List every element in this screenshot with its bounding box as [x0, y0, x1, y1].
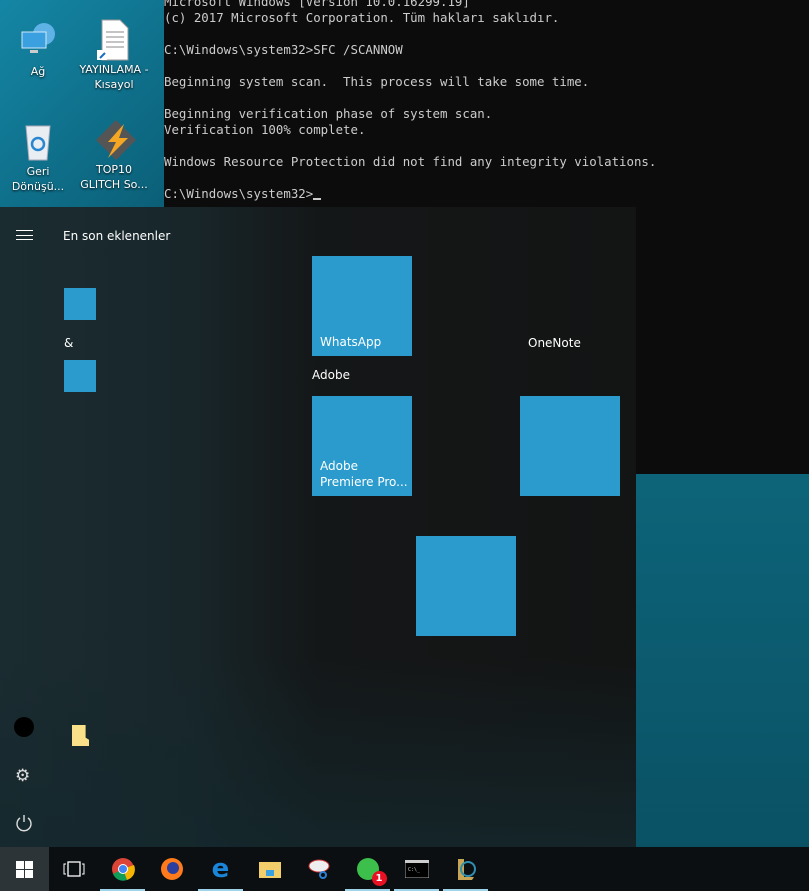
task-view-button[interactable] — [49, 847, 98, 891]
start-menu: En son eklenenler & WhatsApp OneNote Ado… — [0, 207, 636, 847]
network-icon — [18, 20, 58, 60]
tile-group-adobe[interactable]: Adobe — [312, 368, 350, 382]
taskbar-command-prompt[interactable]: C:\_ — [392, 847, 441, 891]
app-list-icon[interactable] — [64, 360, 96, 392]
tile-blank[interactable] — [520, 396, 620, 496]
console-line: Windows Resource Protection did not find… — [164, 154, 657, 169]
recently-added-header: En son eklenenler — [63, 229, 171, 243]
tile-label: WhatsApp — [320, 335, 382, 349]
windows-logo-icon — [16, 860, 33, 878]
hamburger-menu-button[interactable] — [16, 230, 33, 240]
desktop-icon-network[interactable]: Ağ — [0, 20, 76, 79]
start-button[interactable] — [0, 847, 49, 891]
recent-app-icon[interactable] — [64, 288, 96, 320]
chrome-icon — [111, 858, 135, 881]
console-line: Beginning verification phase of system s… — [164, 106, 493, 121]
icon-label: TOP10 GLITCH So... — [80, 163, 148, 191]
desktop-icon-recycle-bin[interactable]: Geri Dönüşü... — [0, 120, 76, 194]
document-shortcut-icon — [94, 18, 134, 61]
recycle-bin-icon — [18, 120, 58, 161]
console-line: Beginning system scan. This process will… — [164, 74, 590, 89]
tile-whatsapp[interactable]: WhatsApp — [312, 256, 412, 356]
console-line: C:\Windows\system32>SFC /SCANNOW — [164, 42, 403, 57]
text-cursor — [313, 198, 322, 200]
winamp-icon — [94, 118, 136, 160]
taskbar-edge[interactable]: e — [196, 847, 245, 891]
taskbar-firefox[interactable] — [147, 847, 196, 891]
console-line: Microsoft Windows [Version 10.0.16299.19… — [164, 0, 470, 9]
settings-gear-icon[interactable]: ⚙ — [15, 766, 30, 786]
user-avatar[interactable] — [14, 717, 34, 737]
tile-adobe-premiere[interactable]: Adobe Premiere Pro... — [312, 396, 412, 496]
notification-badge: 1 — [371, 871, 387, 886]
icon-label: Ağ — [30, 65, 46, 78]
icon-label: YAYINLAMA - Kısayol — [79, 63, 149, 91]
snipping-tool-icon — [308, 859, 329, 879]
tile-onenote[interactable]: OneNote — [528, 336, 581, 350]
league-icon — [457, 859, 476, 880]
desktop-icon-top10[interactable]: TOP10 GLITCH So... — [76, 118, 152, 192]
cmd-icon: C:\_ — [404, 860, 429, 878]
power-icon[interactable] — [15, 814, 33, 836]
whatsapp-icon: 1 — [356, 858, 387, 886]
console-line: C:\Windows\system32> — [164, 186, 314, 201]
edge-icon: e — [211, 854, 230, 884]
console-output: Microsoft Windows [Version 10.0.16299.19… — [164, 0, 656, 202]
task-view-icon — [63, 861, 84, 877]
taskbar-chrome[interactable] — [98, 847, 147, 891]
taskbar: e 1 C:\_ — [0, 847, 809, 891]
console-line: (c) 2017 Microsoft Corporation. Tüm hakl… — [164, 10, 560, 25]
firefox-icon — [160, 858, 183, 880]
svg-text:C:\_: C:\_ — [408, 867, 421, 873]
tile-blank[interactable] — [416, 536, 516, 636]
list-group-header[interactable]: & — [64, 336, 73, 350]
icon-label: Geri Dönüşü... — [11, 165, 65, 193]
desktop-icon-yayinlama[interactable]: YAYINLAMA - Kısayol — [76, 18, 152, 92]
taskbar-whatsapp[interactable]: 1 — [343, 847, 392, 891]
tile-label: Adobe Premiere Pro... — [320, 459, 408, 489]
taskbar-snipping-tool[interactable] — [294, 847, 343, 891]
taskbar-file-explorer[interactable] — [245, 847, 294, 891]
folder-icon — [258, 862, 281, 878]
taskbar-league-of-legends[interactable] — [441, 847, 490, 891]
console-line: Verification 100% complete. — [164, 122, 366, 137]
